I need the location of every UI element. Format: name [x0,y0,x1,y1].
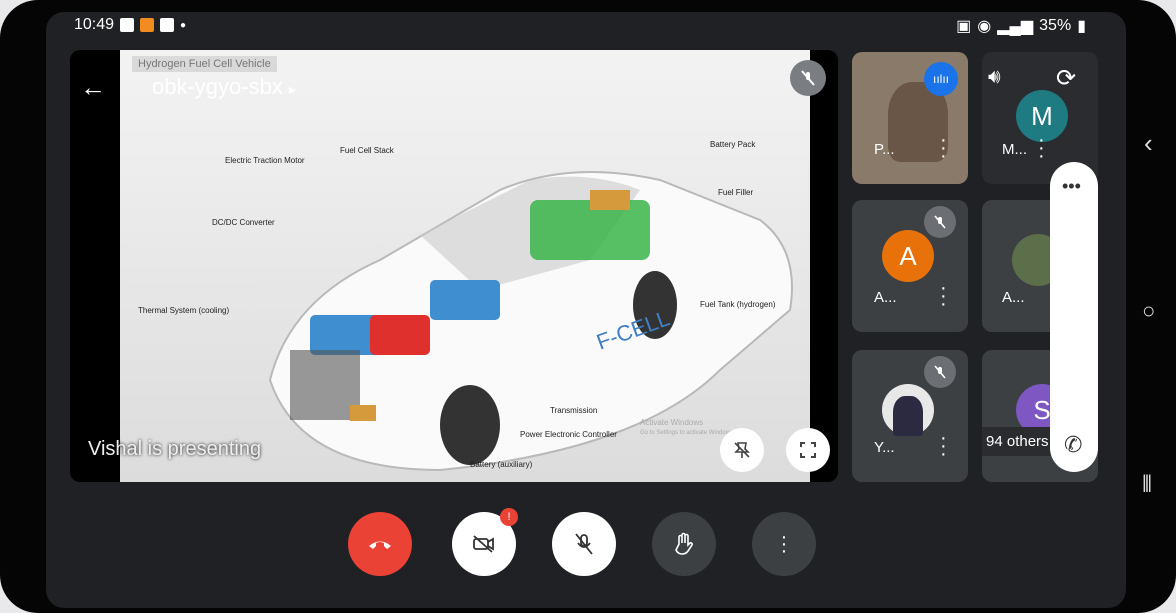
switch-camera-icon[interactable]: ⟳ [1056,64,1076,93]
mic-off-icon [924,356,956,388]
participant-name: A... [874,289,897,306]
more-vert-icon[interactable]: · · · [940,428,947,464]
more-vert-icon[interactable]: · · · [940,130,947,166]
mic-off-icon [924,206,956,238]
fullscreen-button[interactable] [786,428,830,472]
participant-tile[interactable]: Y... · · · [852,350,968,482]
windows-watermark: Activate Windows [640,418,704,427]
slide-label: Battery Pack [710,140,756,149]
back-nav-icon[interactable]: ‹ [1144,128,1153,159]
more-horiz-icon[interactable]: ••• [1062,176,1081,197]
app-notification-icon [140,18,155,32]
participant-name: M... [1002,141,1027,158]
more-vert-icon: · · · [780,525,788,562]
more-vert-icon[interactable]: · · · [940,278,947,314]
mic-off-icon [575,533,593,555]
presentation-slide: F-CELL Hydrogen Fuel Cell Vehicle Fuel C… [120,50,810,482]
avatar: A [882,230,934,282]
fullscreen-icon [800,442,816,458]
back-arrow-icon[interactable]: ← [80,72,106,103]
mic-toggle-button[interactable] [552,512,616,576]
slide-label: Electric Traction Motor [225,156,305,165]
camera-off-icon [473,535,494,553]
chevron-right-icon: ▸ [288,81,296,97]
phone-icon[interactable]: ✆ [1064,432,1082,458]
car-illustration: F-CELL [268,171,793,472]
phone-frame: 10:49 ● ▣ ◉ ▂▄▆ 35% ▮ F-CELL Hydrogen Fu… [0,0,1176,613]
camera-toggle-button[interactable]: ! [452,508,518,576]
slide-label: Battery (auxiliary) [470,460,533,469]
recents-nav-icon[interactable]: ||| [1142,472,1152,493]
hand-icon [675,532,693,555]
quick-actions-menu: ••• ✆ [1050,162,1098,472]
participant-name: Y... [874,439,895,456]
end-call-icon [369,541,391,549]
more-notifications-dot-icon: ● [180,19,187,31]
speaking-indicator-icon: ıılıı [924,62,958,96]
speaker-icon[interactable]: 🔊︎ [988,66,1001,89]
slide-label: Fuel Filler [718,188,754,197]
meet-screen: 10:49 ● ▣ ◉ ▂▄▆ 35% ▮ F-CELL Hydrogen Fu… [46,12,1126,608]
end-call-button[interactable] [348,512,412,576]
slide-label: DC/DC Converter [212,218,275,227]
pin-off-button[interactable] [720,428,764,472]
participant-tile[interactable]: ıılıı P... · · · [852,52,968,184]
participant-name: A... [1002,289,1025,306]
status-bar: 10:49 ● ▣ ◉ ▂▄▆ 35% ▮ [74,16,1086,38]
slide-title: Hydrogen Fuel Cell Vehicle [132,56,277,72]
alarm-icon: ▣ [956,18,972,35]
windows-watermark-sub: Go to Settings to activate Windows. [640,430,735,436]
meeting-code-text: obk-ygyo-sbx [152,74,283,99]
presentation-stage[interactable]: F-CELL Hydrogen Fuel Cell Vehicle Fuel C… [70,50,838,482]
avatar-photo [882,384,934,436]
status-time: 10:49 [74,16,115,33]
pin-off-icon [734,442,750,458]
slide-label: Transmission [550,406,598,415]
participant-tile[interactable]: A A... · · · [852,200,968,332]
slide-label: Power Electronic Controller [520,430,617,439]
slide-label: Fuel Tank (hydrogen) [700,300,776,309]
more-options-button[interactable]: · · · [752,512,816,576]
more-vert-icon[interactable]: · · · [1038,130,1045,166]
others-count[interactable]: 94 others [982,427,1053,456]
camera-warning-badge: ! [500,508,518,526]
battery-icon: ▮ [1077,18,1086,35]
slide-label: Thermal System (cooling) [138,306,230,315]
signal-icon: ▂▄▆ [997,18,1034,35]
slide-label: Fuel Cell Stack [340,146,394,155]
battery-level: 35% [1039,17,1072,34]
meeting-code[interactable]: obk-ygyo-sbx ▸ [152,74,296,100]
home-nav-icon[interactable]: ○ [1142,298,1155,324]
location-icon: ◉ [977,18,992,35]
participant-name: P... [874,141,895,158]
checkbox-notification-icon [160,18,175,32]
presenter-mic-muted-icon [790,60,826,96]
gallery-notification-icon [120,18,135,32]
presenter-status: Vishal is presenting [88,438,262,460]
raise-hand-button[interactable] [652,512,716,576]
